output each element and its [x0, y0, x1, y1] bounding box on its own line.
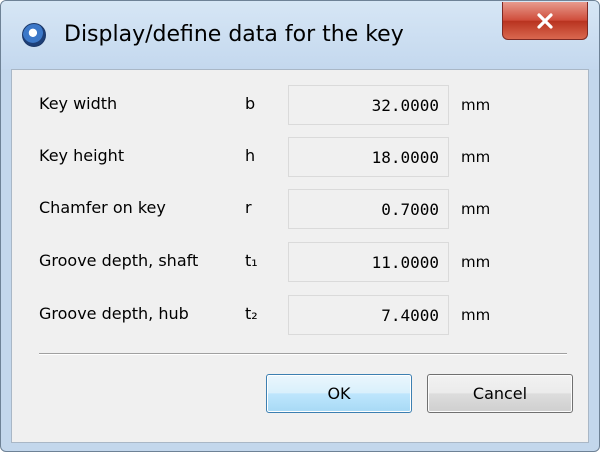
key-height-symbol: h	[245, 146, 256, 165]
groove-depth-shaft-symbol: t₁	[245, 251, 258, 270]
groove-depth-shaft-field[interactable]	[288, 242, 449, 282]
window-title: Display/define data for the key	[64, 22, 404, 47]
field-row-groove-depth-shaft: Groove depth, shaft t₁ mm	[12, 242, 588, 282]
cancel-button[interactable]: Cancel	[427, 374, 573, 413]
dialog-content: Key width b mm Key height h mm Chamfer o…	[11, 69, 589, 443]
title-bar[interactable]: Display/define data for the key	[1, 1, 599, 69]
groove-depth-hub-label: Groove depth, hub	[39, 304, 189, 323]
app-icon	[22, 23, 46, 47]
key-height-unit: mm	[461, 148, 491, 166]
chamfer-label: Chamfer on key	[39, 198, 166, 217]
chamfer-unit: mm	[461, 200, 491, 218]
key-width-symbol: b	[245, 94, 256, 113]
groove-depth-hub-unit: mm	[461, 306, 491, 324]
key-height-label: Key height	[39, 146, 125, 165]
close-icon	[537, 12, 553, 29]
field-row-key-height: Key height h mm	[12, 137, 588, 177]
dialog-window: Display/define data for the key Key widt…	[0, 0, 600, 452]
groove-depth-hub-symbol: t₂	[245, 304, 258, 323]
chamfer-symbol: r	[245, 198, 252, 217]
key-width-field[interactable]	[288, 85, 449, 125]
field-row-groove-depth-hub: Groove depth, hub t₂ mm	[12, 295, 588, 335]
groove-depth-shaft-unit: mm	[461, 253, 491, 271]
close-button[interactable]	[502, 2, 588, 40]
ok-button[interactable]: OK	[266, 374, 412, 413]
groove-depth-shaft-label: Groove depth, shaft	[39, 251, 199, 270]
separator	[39, 353, 567, 355]
field-row-chamfer: Chamfer on key r mm	[12, 189, 588, 229]
key-width-label: Key width	[39, 94, 118, 113]
chamfer-field[interactable]	[288, 189, 449, 229]
groove-depth-hub-field[interactable]	[288, 295, 449, 335]
field-row-key-width: Key width b mm	[12, 85, 588, 125]
key-width-unit: mm	[461, 96, 491, 114]
key-height-field[interactable]	[288, 137, 449, 177]
